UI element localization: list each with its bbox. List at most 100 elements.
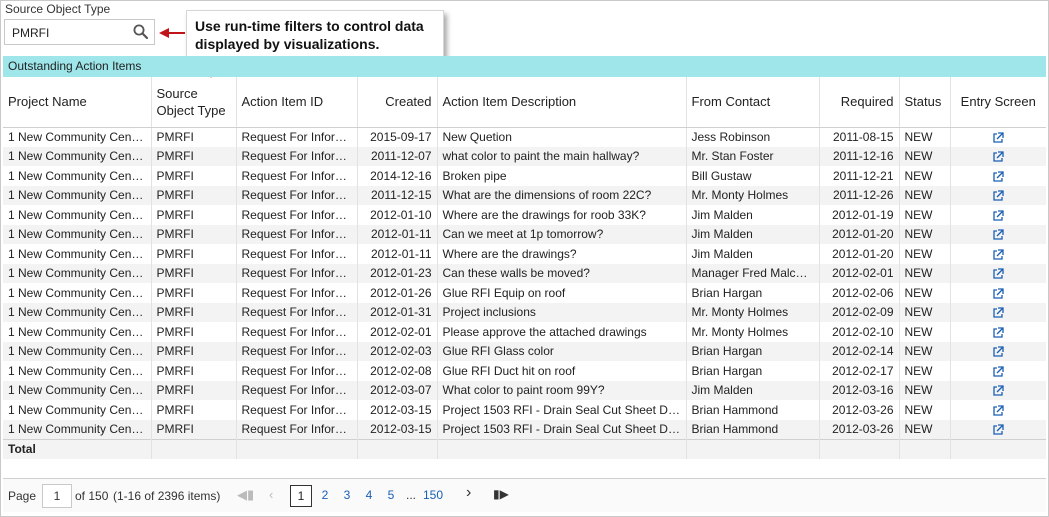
cell-source: PMRFI [151, 263, 237, 283]
search-icon[interactable] [132, 23, 150, 41]
table-row[interactable]: 1 New Community Cent… PMRFI Request For In… [3, 400, 1046, 420]
first-page-icon[interactable]: ◀▮ [237, 487, 254, 503]
external-link-icon[interactable] [992, 229, 1004, 241]
filter-value[interactable]: PMRFI [12, 26, 49, 40]
external-link-icon[interactable] [992, 307, 1004, 319]
column-header-from-contact[interactable]: From Contact [686, 77, 820, 128]
cell-source: PMRFI [151, 380, 237, 400]
last-page-icon[interactable]: ▮▶ [493, 487, 509, 501]
cell-project: 1 New Community Cent… [3, 205, 152, 225]
external-link-icon[interactable] [992, 404, 1004, 417]
cell-created: 2012-01-10 [357, 205, 438, 225]
table-row[interactable]: 1 New Community Cent… PMRFI Request For In… [3, 380, 1046, 400]
external-link-icon[interactable] [992, 132, 1004, 144]
table-row[interactable]: 1 New Community Cent… PMRFI Request For In… [3, 205, 1046, 225]
cell-id: Request For Inform… [236, 400, 358, 420]
table-row[interactable]: 1 New Community Cent… PMRFI Request For In… [3, 127, 1046, 147]
table-row[interactable]: 1 New Community Cent… PMRFI Request For In… [3, 166, 1046, 186]
column-header-entry-screen[interactable]: Entry Screen [950, 77, 1046, 128]
external-link-icon[interactable] [992, 151, 1004, 163]
column-header-required[interactable]: Required [819, 77, 900, 128]
external-link-icon[interactable] [992, 209, 1004, 222]
cell-desc: Can these walls be moved? [437, 263, 687, 283]
table-row[interactable]: 1 New Community Cent… PMRFI Request For In… [3, 224, 1046, 244]
cell-id: Request For Inform… [236, 283, 358, 303]
cell-entry-screen [950, 263, 1046, 283]
table-row[interactable]: 1 New Community Cent… PMRFI Request For In… [3, 283, 1046, 303]
external-link-icon[interactable] [992, 424, 1004, 436]
table-row[interactable]: 1 New Community Cent… PMRFI Request For In… [3, 263, 1046, 283]
cell-project: 1 New Community Cent… [3, 341, 152, 361]
page-button-4[interactable]: 4 [360, 485, 378, 507]
external-link-icon[interactable] [992, 268, 1004, 280]
cell-contact: Jim Malden [686, 205, 820, 225]
table-row[interactable]: 1 New Community Cent… PMRFI Request For In… [3, 322, 1046, 342]
external-link-icon[interactable] [992, 326, 1004, 339]
table-row[interactable]: 1 New Community Cent… PMRFI Request For In… [3, 244, 1046, 264]
cell-source: PMRFI [151, 322, 237, 342]
source-object-type-filter[interactable]: PMRFI [4, 19, 155, 45]
page-button-5[interactable]: 5 [382, 485, 400, 507]
cell-entry-screen [950, 283, 1046, 303]
external-link-icon[interactable] [992, 287, 1004, 300]
page-button-3[interactable]: 3 [338, 485, 356, 507]
external-link-icon[interactable] [992, 385, 1004, 397]
cell-required: 2012-02-17 [819, 361, 900, 381]
column-header-project-name[interactable]: Project Name [3, 77, 152, 128]
external-link-icon[interactable] [992, 248, 1004, 261]
column-header-created[interactable]: Created [357, 77, 438, 128]
page-label: Page [8, 489, 37, 503]
column-header-status[interactable]: Status [899, 77, 951, 128]
table-row[interactable]: 1 New Community Cent… PMRFI Request For In… [3, 146, 1046, 166]
external-link-icon[interactable] [992, 170, 1004, 183]
page-button-150[interactable]: 150 [423, 485, 443, 507]
cell-project: 1 New Community Cent… [3, 322, 152, 342]
cell-source: PMRFI [151, 419, 237, 439]
cell-id: Request For Inform… [236, 224, 358, 244]
table-row[interactable]: 1 New Community Cent… PMRFI Request For In… [3, 185, 1046, 205]
cell-source: PMRFI [151, 224, 237, 244]
cell-contact: Jim Malden [686, 224, 820, 244]
cell-required: 2012-03-16 [819, 380, 900, 400]
external-link-icon[interactable] [992, 190, 1004, 202]
table-row[interactable]: 1 New Community Cent… PMRFI Request For In… [3, 419, 1046, 439]
table-row[interactable]: 1 New Community Cent… PMRFI Request For In… [3, 361, 1046, 381]
cell-id: Request For Inform… [236, 185, 358, 205]
cell-contact: Mr. Monty Holmes [686, 302, 820, 322]
cell-status: NEW [899, 283, 951, 303]
source-header-line-1: Source [156, 85, 198, 101]
page-button-2[interactable]: 2 [316, 485, 334, 507]
cell-desc: Where are the drawings? [437, 244, 687, 264]
cell-entry-screen [950, 185, 1046, 205]
column-header-source-object-type[interactable]: Source Object Type [151, 77, 237, 128]
cell-id: Request For Inform… [236, 380, 358, 400]
cell-project: 1 New Community Cent… [3, 166, 152, 186]
cell-status: NEW [899, 244, 951, 264]
page-number-input[interactable]: 1 [42, 484, 72, 508]
cell-contact: Brian Hargan [686, 283, 820, 303]
cell-required: 2012-02-09 [819, 302, 900, 322]
cell-project: 1 New Community Cent… [3, 263, 152, 283]
cell-project: 1 New Community Cent… [3, 283, 152, 303]
cell-required: 2012-01-20 [819, 224, 900, 244]
cell-created: 2015-09-17 [357, 127, 438, 147]
cell-entry-screen [950, 205, 1046, 225]
table-row[interactable]: 1 New Community Cent… PMRFI Request For In… [3, 341, 1046, 361]
cell-desc: Project 1503 RFI - Drain Seal Cut Sheet … [437, 400, 687, 420]
table-row[interactable]: 1 New Community Cent… PMRFI Request For In… [3, 302, 1046, 322]
next-page-icon[interactable]: › [466, 484, 471, 502]
cell-id: Request For Inform… [236, 419, 358, 439]
cell-status: NEW [899, 341, 951, 361]
cell-source: PMRFI [151, 400, 237, 420]
cell-status: NEW [899, 166, 951, 186]
page-button-1[interactable]: 1 [290, 485, 312, 507]
column-header-action-item-id[interactable]: Action Item ID [236, 77, 358, 128]
source-header-line-2: Object Type [156, 102, 226, 118]
external-link-icon[interactable] [992, 365, 1004, 378]
previous-page-icon[interactable]: ‹ [269, 487, 273, 502]
column-header-description[interactable]: Action Item Description [437, 77, 687, 128]
page-ellipsis[interactable]: ... [402, 485, 420, 507]
cell-created: 2012-01-26 [357, 283, 438, 303]
cell-contact: Jess Robinson [686, 127, 820, 147]
external-link-icon[interactable] [992, 346, 1004, 358]
